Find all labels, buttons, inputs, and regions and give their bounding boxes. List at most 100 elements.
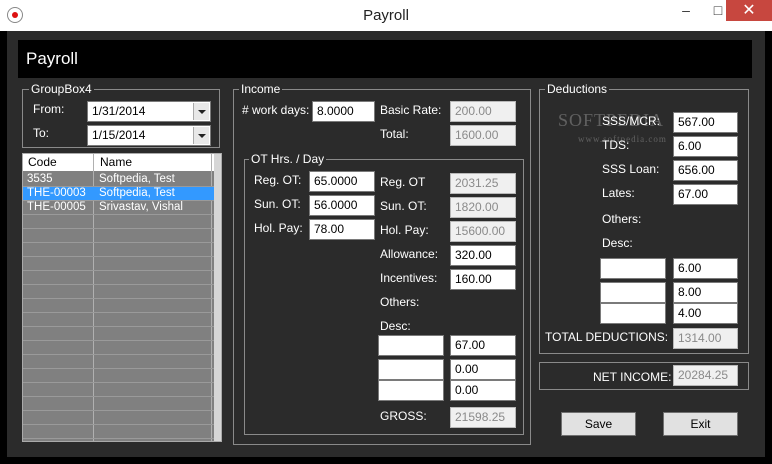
table-row[interactable] [23,243,219,257]
exit-button[interactable]: Exit [663,412,738,436]
table-row[interactable]: 3535 Softpedia, Test [23,173,219,187]
hol-pay-amount-field: 15600.00 [450,221,516,242]
table-row[interactable] [23,397,219,411]
tds-input[interactable]: 6.00 [673,136,738,157]
title-bar: Payroll [0,0,772,31]
deduction-other-desc-input[interactable] [600,258,666,279]
row-name: Srivastav, Vishal [99,201,183,213]
from-date-value: 1/31/2014 [92,104,146,118]
close-button[interactable]: ✕ [726,0,772,21]
to-label: To: [33,126,50,140]
table-row[interactable] [23,271,219,285]
income-other-amount-input[interactable]: 67.00 [450,335,516,356]
employee-grid[interactable]: Code Name 3535 Softpedia, Test THE-00003… [22,153,222,442]
work-days-label: # work days: [242,103,310,117]
deduction-other-desc-input[interactable] [600,303,666,324]
total-deductions-field: 1314.00 [673,328,738,349]
table-row[interactable] [23,313,219,327]
row-name: Softpedia, Test [99,187,175,199]
sun-ot-input[interactable]: 56.0000 [309,195,375,216]
table-row[interactable] [23,327,219,341]
total-label: Total: [380,127,409,141]
row-code: THE-00003 [27,187,86,199]
total-field: 1600.00 [450,125,516,146]
income-other-amount-input[interactable]: 0.00 [450,380,516,401]
deduction-other-desc-input[interactable] [600,282,666,303]
deductions-others-label: Others: [602,212,642,226]
sss-loan-label: SSS Loan: [602,162,660,176]
income-other-amount-input[interactable]: 0.00 [450,359,516,380]
table-row[interactable] [23,383,219,397]
hol-pay-input[interactable]: 78.00 [309,219,375,240]
reg-ot-amount-label: Reg. OT [380,175,426,189]
deductions-desc-label: Desc: [602,236,633,250]
deduction-other-amount-input[interactable]: 6.00 [673,258,738,279]
sss-loan-input[interactable]: 656.00 [673,160,738,181]
income-others-label: Others: [380,295,420,309]
income-desc-label: Desc: [380,319,411,333]
basic-rate-label: Basic Rate: [380,103,442,117]
income-other-desc-input[interactable] [378,335,444,356]
save-button[interactable]: Save [561,412,636,436]
net-income-label: NET INCOME: [593,370,672,384]
table-row[interactable] [23,341,219,355]
column-header-name[interactable]: Name [100,155,132,169]
from-date-picker[interactable]: 1/31/2014 [87,101,211,122]
gross-label: GROSS: [380,409,427,423]
income-other-desc-input[interactable] [378,359,444,380]
ot-group-label: OT Hrs. / Day [249,152,327,166]
sun-ot-amount-label: Sun. OT: [380,199,427,213]
table-row[interactable] [23,355,219,369]
sun-ot-amount-field: 1820.00 [450,197,516,218]
deduction-other-amount-input[interactable]: 4.00 [673,303,738,324]
deduction-other-amount-input[interactable]: 8.00 [673,282,738,303]
income-other-desc-input[interactable] [378,380,444,401]
table-row[interactable] [23,215,219,229]
lates-input[interactable]: 67.00 [673,184,738,205]
hol-pay-label: Hol. Pay: [254,221,303,235]
window-title: Payroll [363,7,409,24]
column-header-code[interactable]: Code [28,155,57,169]
sss-label: SSS/MCR: [602,114,661,128]
gross-field: 21598.25 [450,407,516,428]
page-title: Payroll [26,49,78,68]
to-date-value: 1/15/2014 [92,128,146,142]
app-icon[interactable] [7,7,23,23]
incentives-input[interactable]: 160.00 [450,269,516,290]
table-row[interactable] [23,425,219,439]
period-group-label: GroupBox4 [29,82,94,96]
table-row[interactable] [23,299,219,313]
to-date-picker[interactable]: 1/15/2014 [87,125,211,146]
allowance-label: Allowance: [380,247,439,261]
lates-label: Lates: [602,186,635,200]
table-row[interactable] [23,285,219,299]
page-header: Payroll [18,40,752,78]
table-row[interactable] [23,369,219,383]
sun-ot-label: Sun. OT: [254,197,301,211]
minimize-button[interactable]: – [668,0,704,21]
table-row[interactable] [23,411,219,425]
hol-pay-amount-label: Hol. Pay: [380,223,429,237]
reg-ot-amount-field: 2031.25 [450,173,516,194]
income-group-label: Income [239,82,283,96]
tds-label: TDS: [602,138,630,152]
basic-rate-field: 200.00 [450,101,516,122]
reg-ot-label: Reg. OT: [254,173,302,187]
table-row-selected[interactable]: THE-00003 Softpedia, Test [23,187,219,201]
grid-scrollbar[interactable] [214,154,221,441]
table-row[interactable] [23,257,219,271]
row-code: THE-00005 [27,201,86,213]
allowance-input[interactable]: 320.00 [450,245,516,266]
from-label: From: [33,102,65,116]
deductions-group-label: Deductions [545,82,610,96]
row-code: 3535 [27,173,53,185]
grid-header: Code Name [23,154,219,171]
net-income-field: 20284.25 [673,365,738,386]
table-row[interactable] [23,229,219,243]
work-days-input[interactable]: 8.0000 [312,101,375,122]
chevron-down-icon[interactable] [193,127,209,144]
sss-input[interactable]: 567.00 [673,112,738,133]
table-row[interactable]: THE-00005 Srivastav, Vishal [23,201,219,215]
chevron-down-icon[interactable] [193,103,209,120]
reg-ot-input[interactable]: 65.0000 [309,171,375,192]
